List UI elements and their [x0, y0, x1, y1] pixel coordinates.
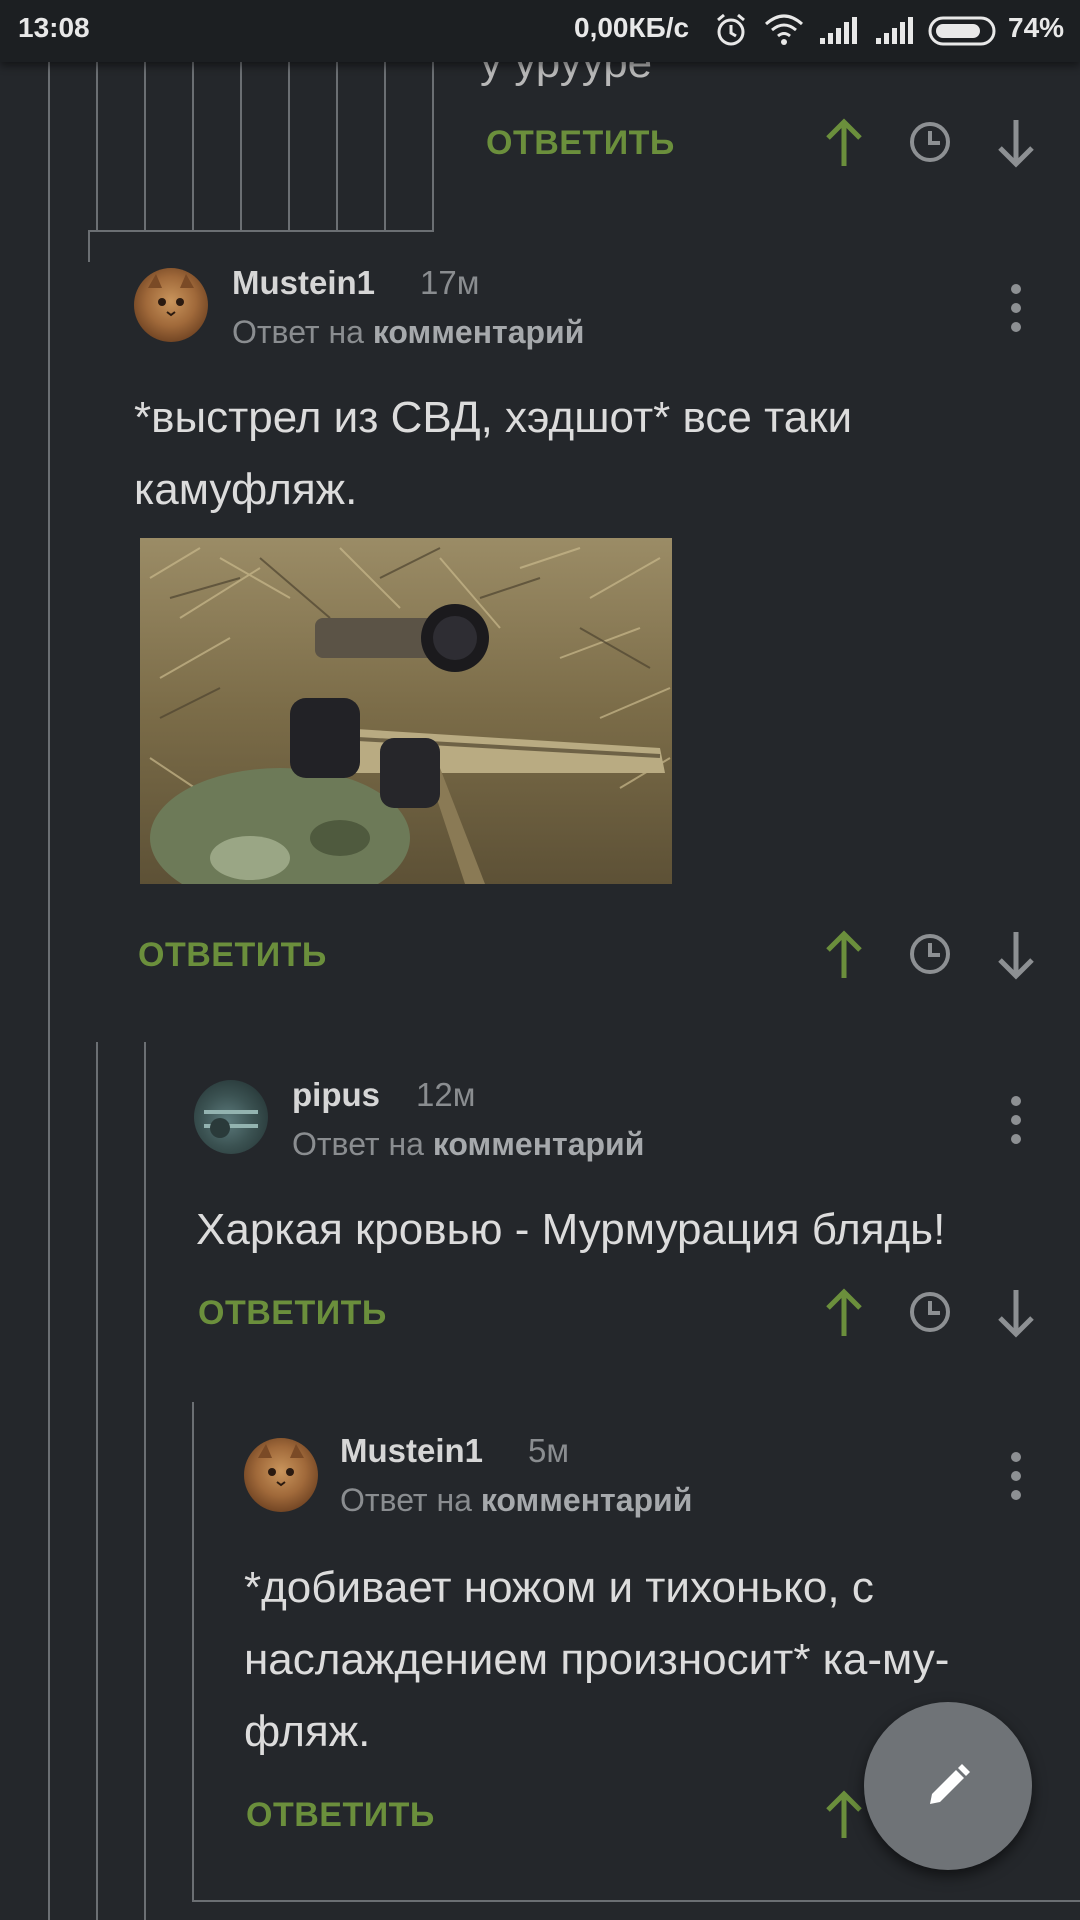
comment-author[interactable]: pipus — [292, 1076, 380, 1114]
status-time: 13:08 — [18, 12, 90, 43]
reply-to-prefix: Ответ на — [340, 1482, 481, 1518]
clock-icon[interactable] — [908, 1290, 952, 1334]
reply-button[interactable]: ОТВЕТИТЬ — [198, 1294, 387, 1333]
comment-author[interactable]: Mustein1 — [232, 264, 375, 302]
reply-to: Ответ на комментарий — [292, 1126, 644, 1163]
battery-icon — [928, 16, 996, 46]
compose-fab-button[interactable] — [864, 1702, 1032, 1870]
comment-text-line: наслаждением произносит* ка-му- — [244, 1635, 950, 1684]
reply-to-link[interactable]: комментарий — [373, 314, 585, 350]
avatar[interactable] — [244, 1438, 318, 1512]
clock-icon[interactable] — [908, 120, 952, 164]
comment-time: 12м — [416, 1076, 476, 1113]
cat-face-icon — [148, 274, 194, 317]
comment-body: Харкая кровью - Мурмурация блядь! — [196, 1194, 1076, 1266]
comment-time: 17м — [420, 264, 480, 301]
signal-icon — [820, 17, 857, 44]
pencil-icon — [930, 1764, 970, 1804]
comment-text-line: камуфляж. — [134, 465, 358, 514]
more-vert-icon[interactable] — [1010, 284, 1022, 336]
more-vert-icon[interactable] — [1010, 1096, 1022, 1148]
comment-author[interactable]: Mustein1 — [340, 1432, 483, 1470]
reply-button[interactable]: ОТВЕТИТЬ — [138, 936, 327, 975]
reply-to: Ответ на комментарий — [340, 1482, 692, 1519]
reply-to-link[interactable]: комментарий — [481, 1482, 693, 1518]
downvote-arrow-icon[interactable] — [994, 118, 1038, 168]
comment-time: 5м — [528, 1432, 570, 1469]
clock-icon[interactable] — [908, 932, 952, 976]
reply-to-prefix: Ответ на — [292, 1126, 433, 1162]
avatar[interactable] — [194, 1080, 268, 1154]
wifi-icon — [765, 14, 803, 45]
comment-body: *выстрел из СВД, хэдшот* все таки камуфл… — [134, 382, 1014, 526]
avatar-image-icon — [204, 1110, 258, 1138]
comment-text-line: Харкая кровью - Мурмурация блядь! — [196, 1205, 946, 1254]
reply-button[interactable]: ОТВЕТИТЬ — [486, 124, 675, 163]
downvote-arrow-icon[interactable] — [994, 1288, 1038, 1338]
comment-image[interactable] — [140, 538, 672, 884]
network-speed: 0,00КБ/с — [574, 12, 690, 43]
avatar[interactable] — [134, 268, 208, 342]
battery-level: 74% — [1008, 12, 1065, 43]
more-vert-icon[interactable] — [1010, 1452, 1022, 1504]
reply-to-link[interactable]: комментарий — [433, 1126, 645, 1162]
status-bar: 13:08 0,00КБ/с 74% — [0, 0, 1080, 62]
downvote-arrow-icon[interactable] — [994, 930, 1038, 980]
reply-to: Ответ на комментарий — [232, 314, 584, 351]
alarm-icon — [717, 13, 745, 46]
upvote-arrow-icon[interactable] — [822, 1790, 866, 1840]
upvote-arrow-icon[interactable] — [822, 1288, 866, 1338]
upvote-arrow-icon[interactable] — [822, 118, 866, 168]
cat-face-icon — [258, 1444, 304, 1487]
comment-text-line: *выстрел из СВД, хэдшот* все таки — [134, 393, 853, 442]
reply-button[interactable]: ОТВЕТИТЬ — [246, 1796, 435, 1835]
signal-icon-2 — [876, 17, 913, 44]
upvote-arrow-icon[interactable] — [822, 930, 866, 980]
reply-to-prefix: Ответ на — [232, 314, 373, 350]
comment-text-line: *добивает ножом и тихонько, с — [244, 1563, 874, 1612]
